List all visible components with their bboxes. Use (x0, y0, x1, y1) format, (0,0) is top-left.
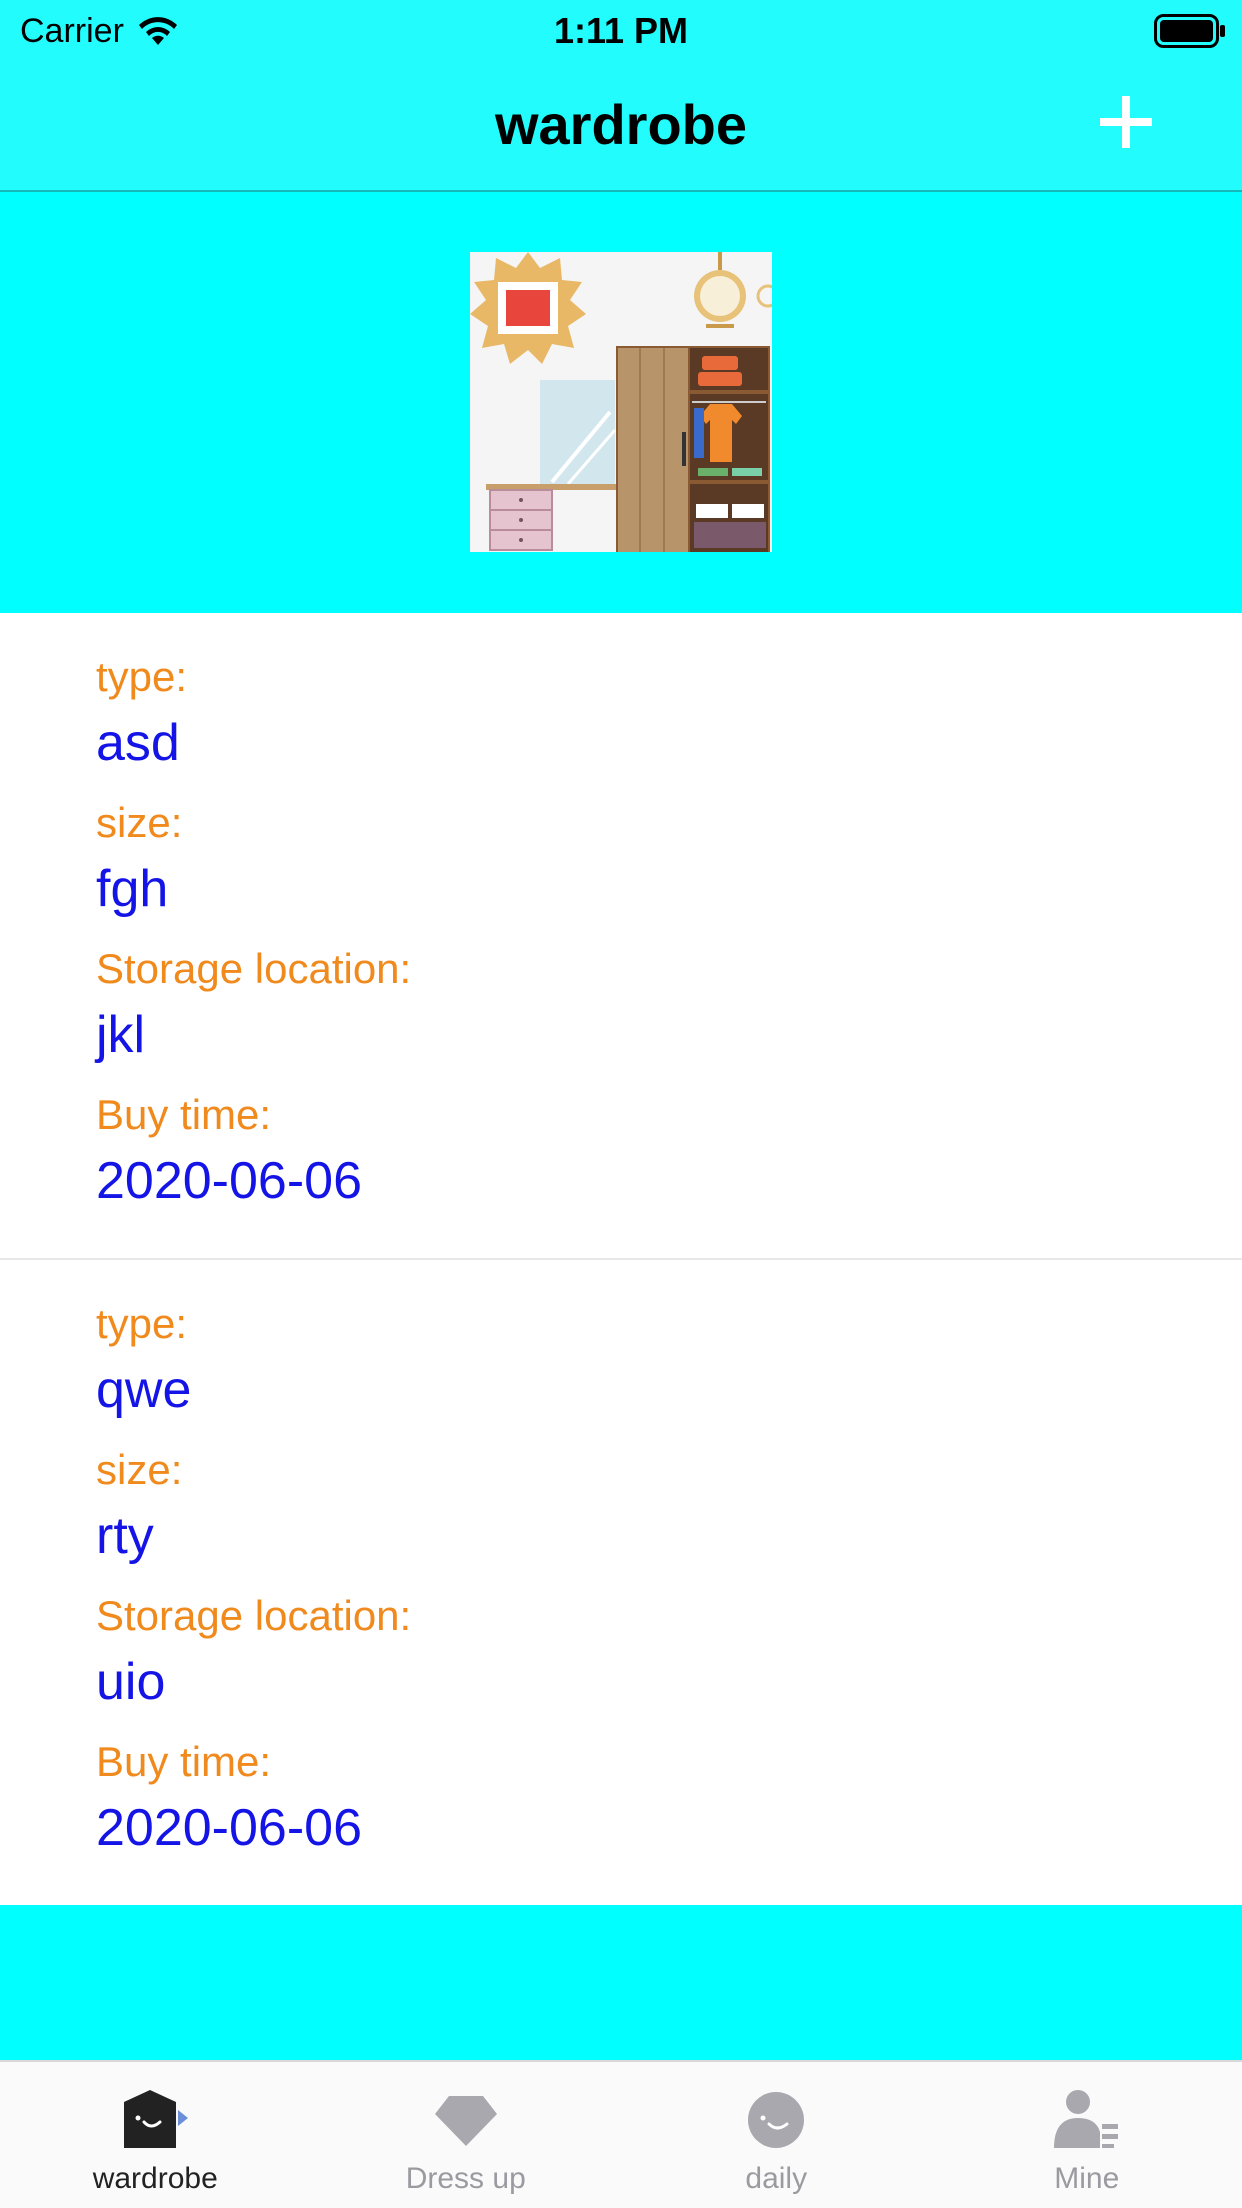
wardrobe-icon (124, 2090, 189, 2148)
size-label: size: (96, 1446, 183, 1493)
storage-location-label: Storage location: (96, 945, 412, 992)
buy-time-label: Buy time: (96, 1738, 272, 1785)
add-item-button[interactable] (1100, 96, 1152, 148)
storage-location-value: uio (96, 1653, 166, 1711)
storage-location-value: jkl (96, 1006, 146, 1064)
tab-dress-up[interactable]: Dress up (311, 2062, 622, 2208)
type-label: type: (96, 653, 188, 700)
diamond-icon (434, 2096, 497, 2146)
type-value: asd (96, 714, 180, 772)
tab-label: daily (745, 2162, 808, 2195)
tab-bar: wardrobe Dress up daily Mine (0, 2060, 1242, 2208)
tab-label: Dress up (405, 2162, 526, 2195)
navigation-bar: wardrobe (0, 62, 1242, 192)
list-item[interactable]: type: qwe size: rty Storage location: ui… (0, 1258, 1242, 1905)
buy-time-label: Buy time: (96, 1091, 272, 1138)
smile-icon (748, 2092, 805, 2148)
list-item[interactable]: type: asd size: fgh Storage location: jk… (0, 613, 1242, 1258)
tab-daily[interactable]: daily (621, 2062, 932, 2208)
tab-wardrobe[interactable]: wardrobe (0, 2062, 311, 2208)
size-value: fgh (96, 860, 169, 918)
header-area (0, 193, 1242, 613)
tab-label: wardrobe (92, 2162, 218, 2195)
page-title: wardrobe (494, 93, 748, 156)
size-value: rty (96, 1507, 154, 1565)
size-label: size: (96, 799, 183, 846)
tab-label: Mine (1054, 2162, 1120, 2195)
tab-mine[interactable]: Mine (932, 2062, 1242, 2208)
battery-icon (1154, 14, 1225, 48)
status-time: 1:11 PM (553, 10, 689, 51)
buy-time-value: 2020-06-06 (96, 1799, 362, 1857)
buy-time-value: 2020-06-06 (96, 1152, 362, 1210)
status-bar: Carrier 1:11 PM (0, 0, 1242, 62)
wardrobe-illustration (470, 252, 772, 552)
type-value: qwe (96, 1361, 192, 1419)
type-label: type: (96, 1300, 188, 1347)
person-icon (1053, 2090, 1118, 2148)
clothing-list: type: asd size: fgh Storage location: jk… (0, 613, 1242, 1905)
storage-location-label: Storage location: (96, 1592, 412, 1639)
